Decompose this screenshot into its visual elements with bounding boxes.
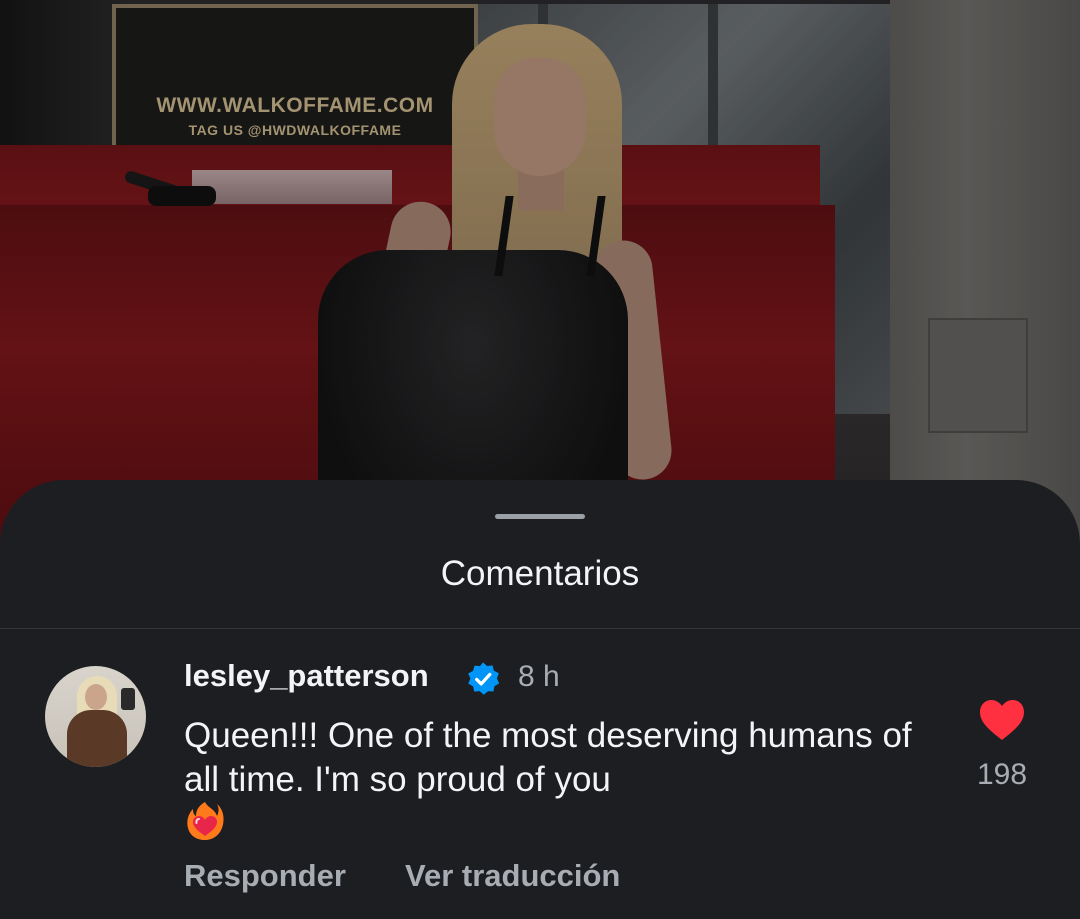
like-heart-icon[interactable] xyxy=(978,698,1026,742)
verified-badge-icon xyxy=(468,662,500,695)
photo-dim-overlay xyxy=(0,0,1080,560)
sheet-drag-handle[interactable] xyxy=(495,514,585,519)
avatar-face xyxy=(85,684,107,710)
post-photo: WWW.WALKOFFAME.COM TAG US @HWDWALKOFFAME xyxy=(0,0,1080,560)
heart-on-fire-emoji-icon xyxy=(187,802,224,840)
like-count: 198 xyxy=(976,758,1028,791)
avatar-body xyxy=(67,710,127,767)
comment-text: Queen!!! One of the most deserving human… xyxy=(184,716,912,799)
avatar-phone xyxy=(121,688,135,710)
sheet-divider xyxy=(0,628,1080,629)
avatar[interactable] xyxy=(45,666,146,767)
sheet-title: Comentarios xyxy=(440,554,640,593)
see-translation-button[interactable]: Ver traducción xyxy=(405,858,620,894)
comments-sheet: Comentarios lesley_patterson 8 h Queen!!… xyxy=(0,480,1080,919)
comment-time: 8 h xyxy=(518,660,560,693)
reply-button[interactable]: Responder xyxy=(184,858,346,894)
comment-username[interactable]: lesley_patterson xyxy=(184,658,429,694)
